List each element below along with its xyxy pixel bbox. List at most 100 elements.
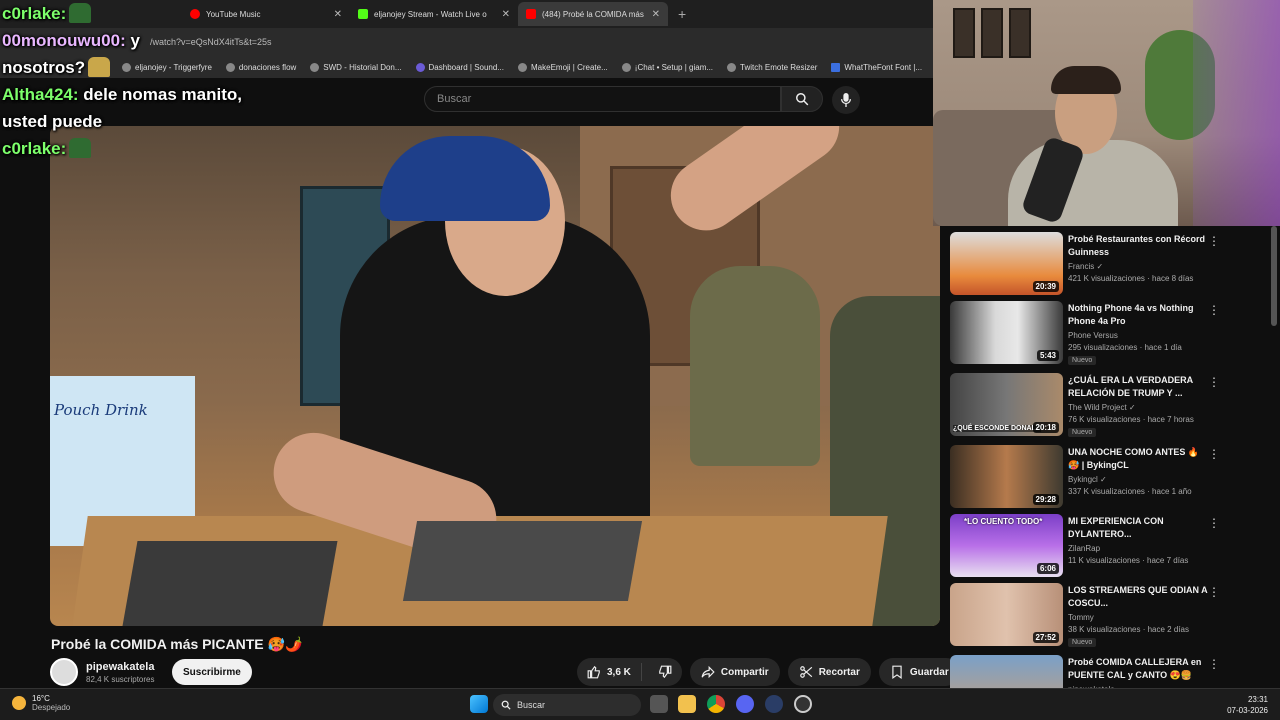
video-thumbnail[interactable]: *LO CUENTO TODO* 6:06: [950, 514, 1063, 577]
system-clock[interactable]: 23:31 07-03-2026: [1227, 694, 1268, 716]
recommended-video[interactable]: 5:43 Nothing Phone 4a vs Nothing Phone 4…: [950, 299, 1270, 365]
bookmark-icon: [892, 665, 902, 679]
weather-widget[interactable]: 16°C Despejado: [12, 694, 70, 712]
bookmark-icon: [415, 62, 425, 72]
recommended-title[interactable]: UNA NOCHE COMO ANTES 🔥 🥵 | BykingCL: [1068, 446, 1208, 472]
more-vertical-icon[interactable]: ⋮: [1208, 657, 1220, 671]
close-icon[interactable]: ✕: [334, 9, 342, 20]
chat-message: nosotros?: [2, 54, 242, 81]
chat-text: y: [130, 31, 140, 50]
recommended-title[interactable]: MI EXPERIENCIA CON DYLANTERO...: [1068, 515, 1208, 541]
video-thumbnail[interactable]: 27:52: [950, 583, 1063, 646]
voice-search-button[interactable]: [832, 86, 860, 114]
subscribe-button[interactable]: Suscribirme: [172, 659, 252, 685]
chrome-icon[interactable]: [707, 695, 725, 713]
windows-start-icon[interactable]: [470, 695, 488, 713]
obs-icon[interactable]: [794, 695, 812, 713]
bookmark-item[interactable]: ¡Chat • Setup | giam...: [621, 62, 713, 72]
new-tab-button[interactable]: +: [678, 6, 686, 22]
duration-badge: 6:06: [1036, 563, 1059, 574]
recommended-channel[interactable]: ZilanRap: [1068, 543, 1228, 555]
video-thumbnail[interactable]: [950, 655, 1063, 688]
chat-message: c0rlake:: [2, 135, 242, 162]
recommended-meta: 337 K visualizaciones · hace 1 año: [1068, 487, 1192, 496]
chat-message: 00monouwu00: y: [2, 27, 242, 54]
temperature: 16°C: [32, 694, 50, 703]
more-vertical-icon[interactable]: ⋮: [1208, 516, 1220, 530]
recommended-video[interactable]: ¿QUÉ ESCONDE DONALD 20:18 ¿CUÁL ERA LA V…: [950, 371, 1270, 437]
close-icon[interactable]: ✕: [652, 9, 660, 20]
more-vertical-icon[interactable]: ⋮: [1208, 303, 1220, 317]
bookmark-item[interactable]: MakeEmoji | Create...: [518, 62, 608, 72]
youtube-icon: [526, 9, 536, 19]
video-thumbnail[interactable]: 5:43: [950, 301, 1063, 364]
recommended-title[interactable]: LOS STREAMERS QUE ODIAN A COSCU...: [1068, 584, 1208, 610]
dislike-button[interactable]: [648, 665, 682, 679]
search-input[interactable]: Buscar: [424, 86, 781, 112]
recommended-channel[interactable]: Francis ✓: [1068, 261, 1228, 273]
recommended-video[interactable]: 20:39 Probé Restaurantes con Récord Guin…: [950, 230, 1270, 296]
tab-title: eljanojey Stream - Watch Live o: [374, 9, 487, 19]
video-thumbnail[interactable]: 20:39: [950, 232, 1063, 295]
discord-icon[interactable]: [736, 695, 754, 713]
share-button[interactable]: Compartir: [689, 658, 780, 686]
channel-info: pipewakatela 82,4 K suscriptores: [50, 658, 154, 686]
emote-icon: [69, 3, 92, 23]
recommended-title[interactable]: ¿CUÁL ERA LA VERDADERA RELACIÓN DE TRUMP…: [1068, 374, 1208, 400]
chat-message: c0rlake:: [2, 0, 242, 27]
file-explorer-icon[interactable]: [678, 695, 696, 713]
duration-badge: 20:18: [1032, 422, 1059, 433]
recommended-video[interactable]: *LO CUENTO TODO* 6:06 MI EXPERIENCIA CON…: [950, 512, 1270, 578]
duration-badge: 27:52: [1032, 632, 1059, 643]
recommended-title[interactable]: Probé Restaurantes con Récord Guinness: [1068, 233, 1208, 259]
like-count: 3,6 K: [607, 666, 631, 678]
chat-username: Altha424:: [2, 85, 79, 104]
bookmark-item[interactable]: SWD - Historial Don...: [310, 62, 402, 72]
tab-youtube-video[interactable]: (484) Probé la COMIDA más PI ✕: [518, 2, 668, 26]
recommended-channel[interactable]: The Wild Project ✓: [1068, 402, 1228, 414]
close-icon[interactable]: ✕: [502, 9, 510, 20]
scrollbar[interactable]: [1271, 226, 1277, 326]
search-button[interactable]: [781, 86, 823, 112]
subscriber-count: 82,4 K suscriptores: [86, 674, 155, 684]
recommended-channel[interactable]: Tommy: [1068, 612, 1228, 624]
recommended-title[interactable]: Probé COMIDA CALLEJERA en PUENTE CAL y C…: [1068, 656, 1208, 682]
thumbs-down-icon: [659, 665, 672, 679]
recommended-video[interactable]: 27:52 LOS STREAMERS QUE ODIAN A COSCU...…: [950, 581, 1270, 647]
share-label: Compartir: [720, 666, 769, 678]
app-arrow-icon[interactable]: [765, 695, 783, 713]
recommended-title[interactable]: Nothing Phone 4a vs Nothing Phone 4a Pro: [1068, 302, 1208, 328]
avatar[interactable]: [50, 658, 78, 686]
tab-kick-stream[interactable]: eljanojey Stream - Watch Live o ✕: [350, 2, 518, 26]
bookmark-item[interactable]: Twitch Emote Resizer: [727, 62, 817, 72]
video-thumbnail[interactable]: ¿QUÉ ESCONDE DONALD 20:18: [950, 373, 1063, 436]
save-button[interactable]: Guardar: [878, 658, 960, 686]
bookmark-item[interactable]: Dashboard | Sound...: [415, 62, 504, 72]
recommended-channel[interactable]: Bykingcl ✓: [1068, 474, 1228, 486]
thumbnail-text: ¿QUÉ ESCONDE DONALD: [953, 425, 1041, 432]
clip-button[interactable]: Recortar: [787, 658, 871, 686]
streamer-webcam: [933, 0, 1280, 226]
taskbar-search[interactable]: Buscar: [493, 694, 641, 716]
webcam-scene: [1193, 0, 1280, 226]
more-vertical-icon[interactable]: ⋮: [1208, 447, 1220, 461]
bookmark-item[interactable]: WhatTheFont Font |...: [831, 62, 922, 72]
recommended-video[interactable]: 29:28 UNA NOCHE COMO ANTES 🔥 🥵 | BykingC…: [950, 443, 1270, 509]
recommended-meta: 421 K visualizaciones · hace 8 días: [1068, 274, 1194, 283]
channel-name[interactable]: pipewakatela: [86, 661, 154, 673]
video-thumbnail[interactable]: 29:28: [950, 445, 1063, 508]
like-button[interactable]: 3,6 K: [577, 663, 642, 681]
duration-badge: 29:28: [1032, 494, 1059, 505]
microphone-icon: [840, 93, 852, 107]
scissors-icon: [799, 666, 812, 678]
video-scene: [402, 521, 643, 601]
recommended-channel[interactable]: Phone Versus: [1068, 330, 1228, 342]
recommended-video[interactable]: Probé COMIDA CALLEJERA en PUENTE CAL y C…: [950, 653, 1270, 688]
more-vertical-icon[interactable]: ⋮: [1208, 234, 1220, 248]
video-player[interactable]: Pouch Drink: [50, 126, 940, 626]
webcam-scene: [1051, 66, 1121, 94]
save-label: Guardar: [909, 666, 949, 678]
more-vertical-icon[interactable]: ⋮: [1208, 375, 1220, 389]
task-view-icon[interactable]: [650, 695, 668, 713]
more-vertical-icon[interactable]: ⋮: [1208, 585, 1220, 599]
